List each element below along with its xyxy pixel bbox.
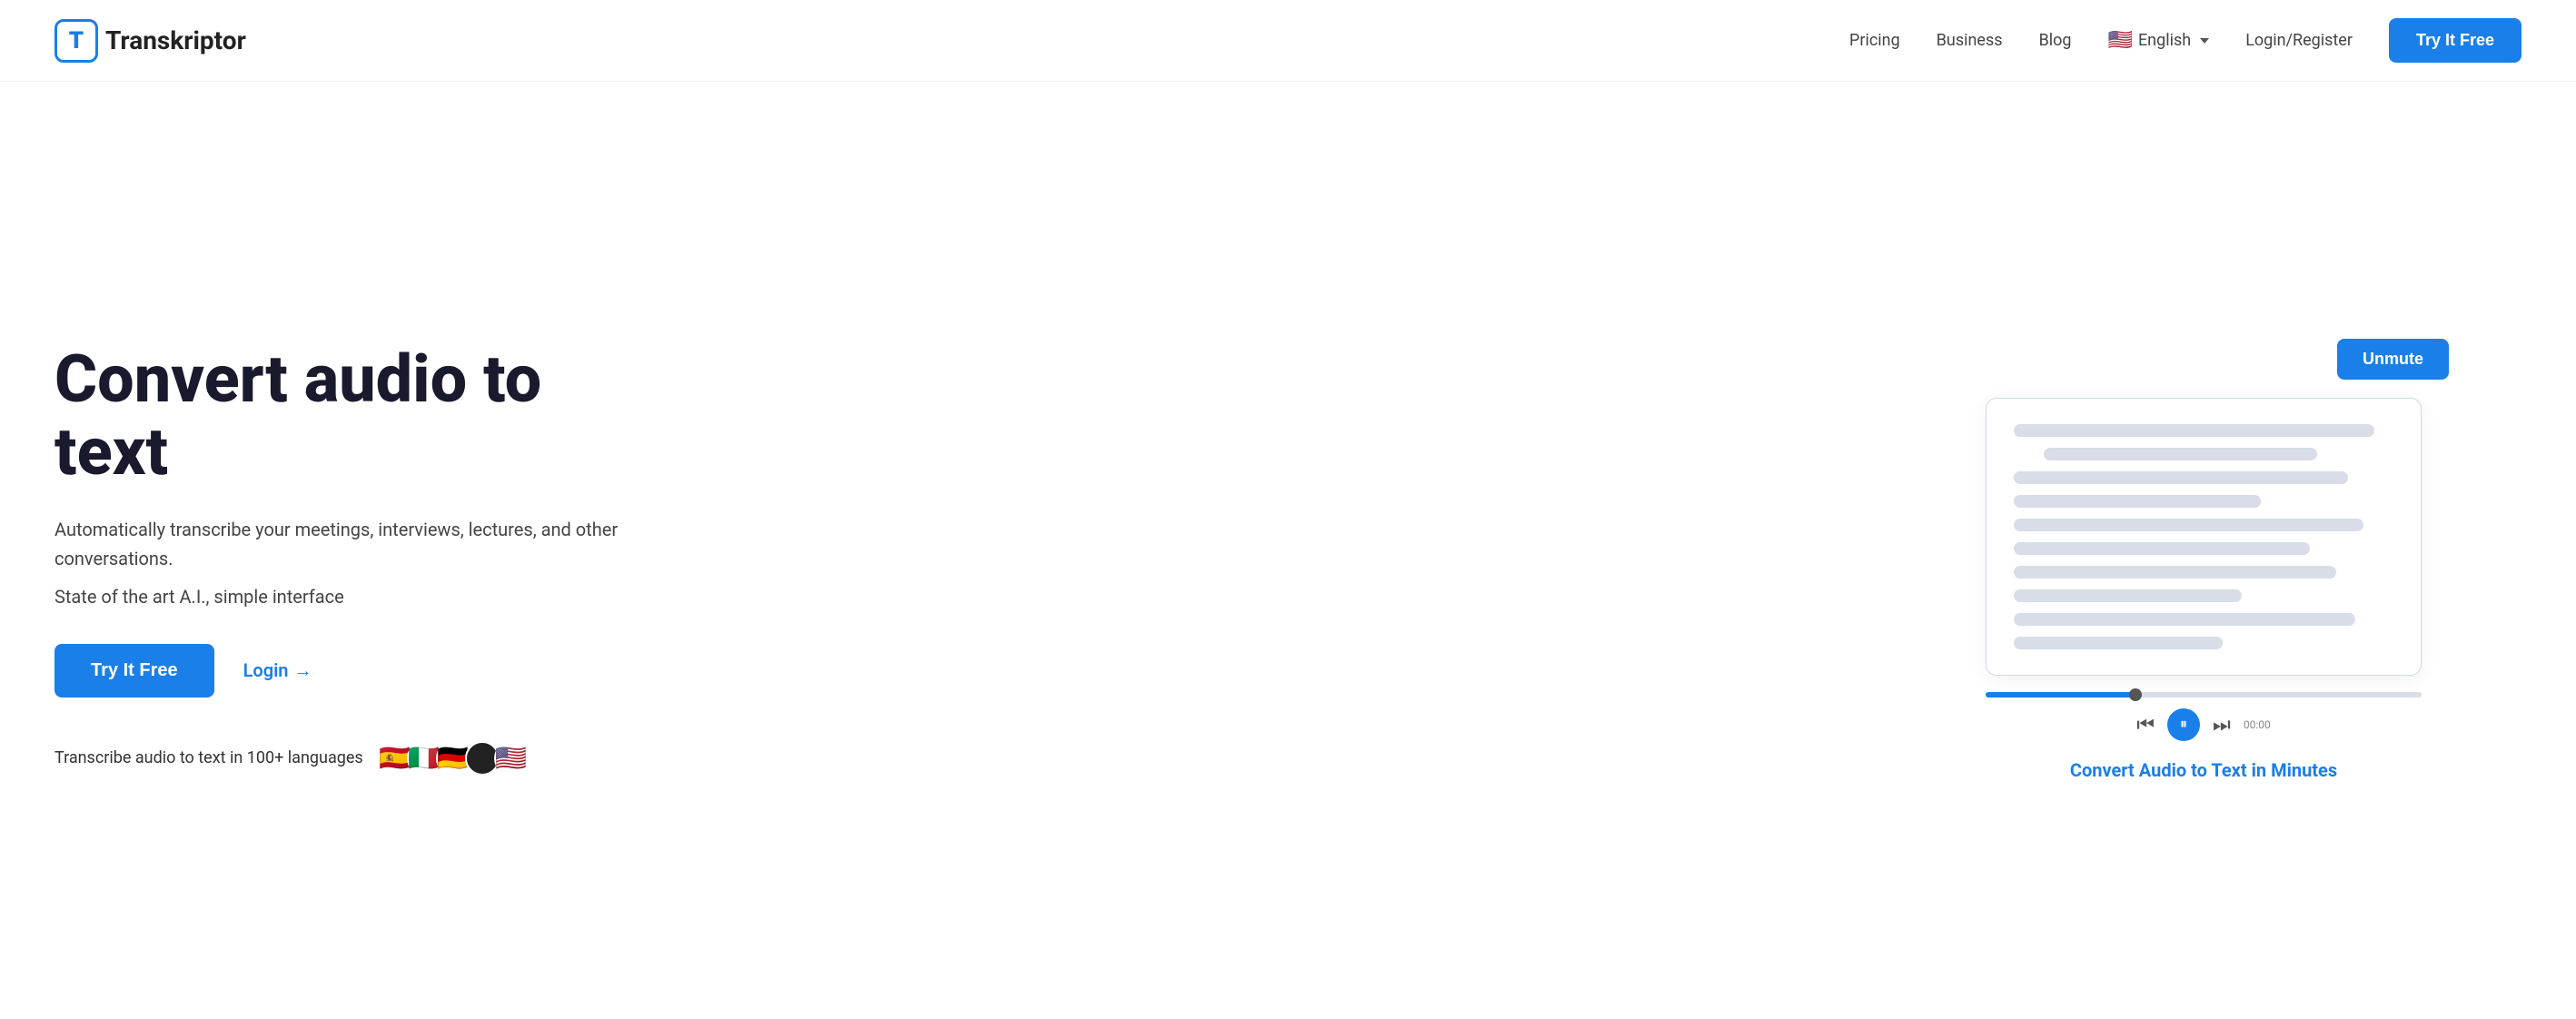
language-flags: 🇪🇸 🇮🇹 🇩🇪 🇺🇸 xyxy=(378,741,529,776)
hero-section: Convert audio to text Automatically tran… xyxy=(0,82,2576,1019)
try-it-free-nav-button[interactable]: Try It Free xyxy=(2389,18,2522,63)
transcript-line-9 xyxy=(2014,613,2355,626)
play-pause-button[interactable]: ⏸ xyxy=(2167,708,2200,741)
nav-link-business[interactable]: Business xyxy=(1937,31,2003,50)
rewind-button[interactable]: ⏮ xyxy=(2136,713,2155,737)
fast-forward-button[interactable]: ⏭ xyxy=(2213,713,2231,737)
audio-player: ⏮ ⏸ ⏭ 00:00 xyxy=(1986,692,2422,741)
audio-thumb xyxy=(2129,688,2142,701)
hero-description: Automatically transcribe your meetings, … xyxy=(54,515,645,573)
transcript-line-1 xyxy=(2014,424,2374,437)
logo[interactable]: T Transkriptor xyxy=(54,19,246,63)
nav-link-blog[interactable]: Blog xyxy=(2039,31,2072,50)
language-label: English xyxy=(2138,31,2191,50)
flag-us: 🇺🇸 xyxy=(494,741,529,776)
audio-controls: ⏮ ⏸ ⏭ 00:00 xyxy=(2136,708,2271,741)
transcript-line-2 xyxy=(2044,448,2317,460)
transcript-card xyxy=(1986,398,2422,676)
chevron-down-icon xyxy=(2200,38,2209,44)
hero-right: Unmute ⏮ ⏸ ⏭ 00:00 Conver xyxy=(1886,339,2522,781)
audio-time: 00:00 xyxy=(2244,718,2271,731)
flag-icon: 🇺🇸 xyxy=(2108,29,2133,52)
transcript-line-3 xyxy=(2014,471,2348,484)
transcript-line-4 xyxy=(2014,495,2261,508)
transcript-line-10 xyxy=(2014,637,2223,649)
login-register-link[interactable]: Login/Register xyxy=(2245,31,2353,50)
hero-actions: Try It Free Login → xyxy=(54,644,645,697)
hero-languages: Transcribe audio to text in 100+ languag… xyxy=(54,741,645,776)
transcript-line-8 xyxy=(2014,589,2242,602)
navbar: T Transkriptor Pricing Business Blog 🇺🇸 … xyxy=(0,0,2576,82)
nav-link-pricing[interactable]: Pricing xyxy=(1849,31,1900,50)
convert-label: Convert Audio to Text in Minutes xyxy=(2070,759,2337,781)
language-selector[interactable]: 🇺🇸 English xyxy=(2108,29,2210,52)
arrow-icon: → xyxy=(293,659,312,682)
hero-title: Convert audio to text xyxy=(54,343,645,487)
login-link[interactable]: Login → xyxy=(243,659,312,682)
logo-icon: T xyxy=(54,19,98,63)
logo-text: Transkriptor xyxy=(105,25,246,55)
try-it-free-hero-button[interactable]: Try It Free xyxy=(54,644,214,697)
audio-progress-bar[interactable] xyxy=(1986,692,2422,697)
hero-left: Convert audio to text Automatically tran… xyxy=(54,343,645,775)
transcript-line-6 xyxy=(2014,542,2310,555)
audio-progress-fill xyxy=(1986,692,2138,697)
nav-links: Pricing Business Blog 🇺🇸 English Login/R… xyxy=(1849,18,2522,63)
languages-text: Transcribe audio to text in 100+ languag… xyxy=(54,748,363,767)
unmute-button[interactable]: Unmute xyxy=(2337,339,2449,380)
hero-subtitle: State of the art A.I., simple interface xyxy=(54,586,645,608)
transcript-line-5 xyxy=(2014,519,2363,531)
transcript-line-7 xyxy=(2014,566,2336,579)
login-label: Login xyxy=(243,659,289,681)
